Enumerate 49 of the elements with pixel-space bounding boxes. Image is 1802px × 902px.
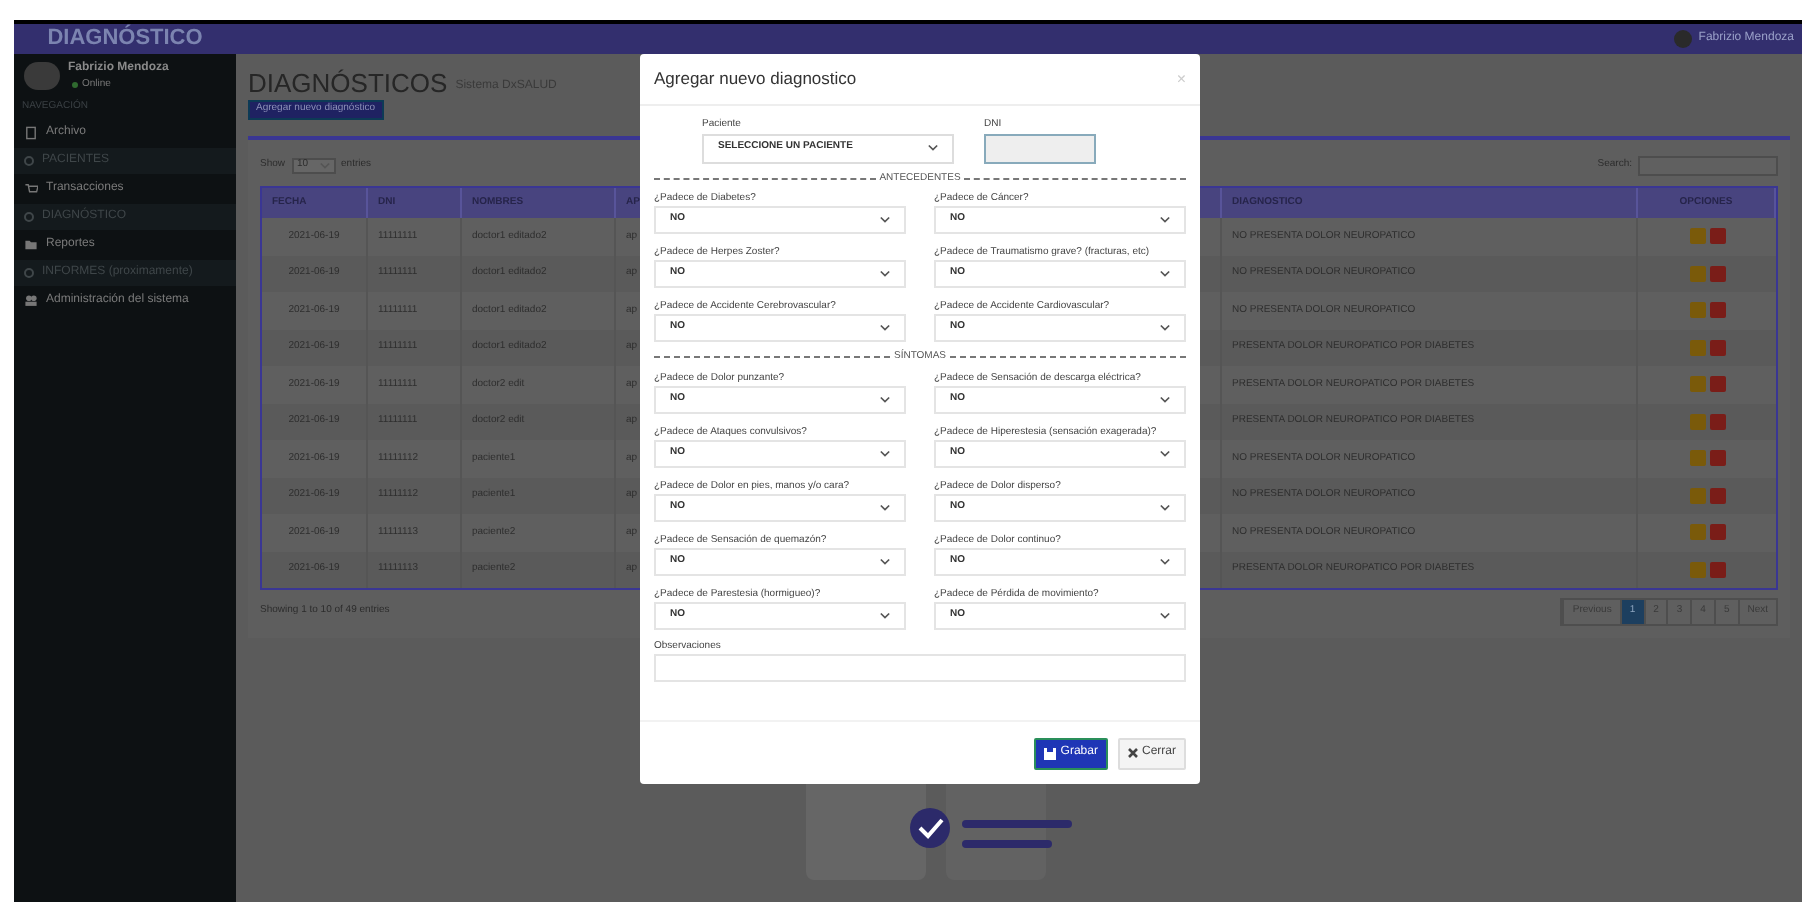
edit-button[interactable]	[1689, 339, 1705, 356]
delete-button[interactable]	[1709, 339, 1725, 356]
avatar-icon	[1674, 30, 1693, 48]
chevron-down-icon	[880, 270, 890, 278]
delete-button[interactable]	[1709, 376, 1725, 393]
chevron-down-icon	[1160, 395, 1170, 403]
brand-title: DIAGNÓSTICO	[14, 24, 236, 54]
edit-button[interactable]	[1689, 450, 1705, 467]
chevron-down-icon	[1160, 557, 1170, 565]
folder-icon	[24, 238, 38, 252]
users-icon	[24, 294, 38, 308]
edit-button[interactable]	[1689, 302, 1705, 319]
edit-button[interactable]	[1689, 376, 1705, 393]
delete-button[interactable]	[1709, 413, 1725, 430]
chevron-down-icon	[880, 324, 890, 332]
delete-button[interactable]	[1709, 487, 1725, 504]
file-icon	[24, 126, 38, 140]
delete-button[interactable]	[1709, 228, 1725, 245]
chevron-down-icon	[1160, 270, 1170, 278]
modal-title: Agregar nuevo diagnostico	[654, 66, 857, 92]
edit-button[interactable]	[1689, 524, 1705, 541]
chevron-down-icon	[880, 216, 890, 224]
delete-button[interactable]	[1709, 524, 1725, 541]
edit-button[interactable]	[1689, 561, 1705, 578]
chevron-down-icon	[1160, 324, 1170, 332]
edit-button[interactable]	[1689, 413, 1705, 430]
save-icon	[1044, 747, 1057, 759]
delete-button[interactable]	[1709, 265, 1725, 282]
delete-button[interactable]	[1709, 561, 1725, 578]
chevron-down-icon	[1160, 449, 1170, 457]
chevron-down-icon	[1160, 611, 1170, 619]
close-icon	[1127, 748, 1138, 758]
dni-field[interactable]	[984, 133, 1096, 163]
edit-button[interactable]	[1689, 228, 1705, 245]
chevron-down-icon	[1160, 216, 1170, 224]
delete-button[interactable]	[1709, 302, 1725, 319]
chevron-down-icon	[880, 503, 890, 511]
edit-button[interactable]	[1689, 265, 1705, 282]
chevron-down-icon	[928, 144, 938, 152]
chevron-down-icon	[880, 395, 890, 403]
chevron-down-icon	[880, 611, 890, 619]
chevron-down-icon	[1160, 503, 1170, 511]
delete-button[interactable]	[1709, 450, 1725, 467]
notes-field[interactable]	[654, 653, 1186, 681]
cart-icon	[24, 182, 38, 196]
avatar-icon	[24, 62, 60, 91]
chevron-down-icon	[880, 449, 890, 457]
edit-button[interactable]	[1689, 487, 1705, 504]
chevron-down-icon	[880, 557, 890, 565]
